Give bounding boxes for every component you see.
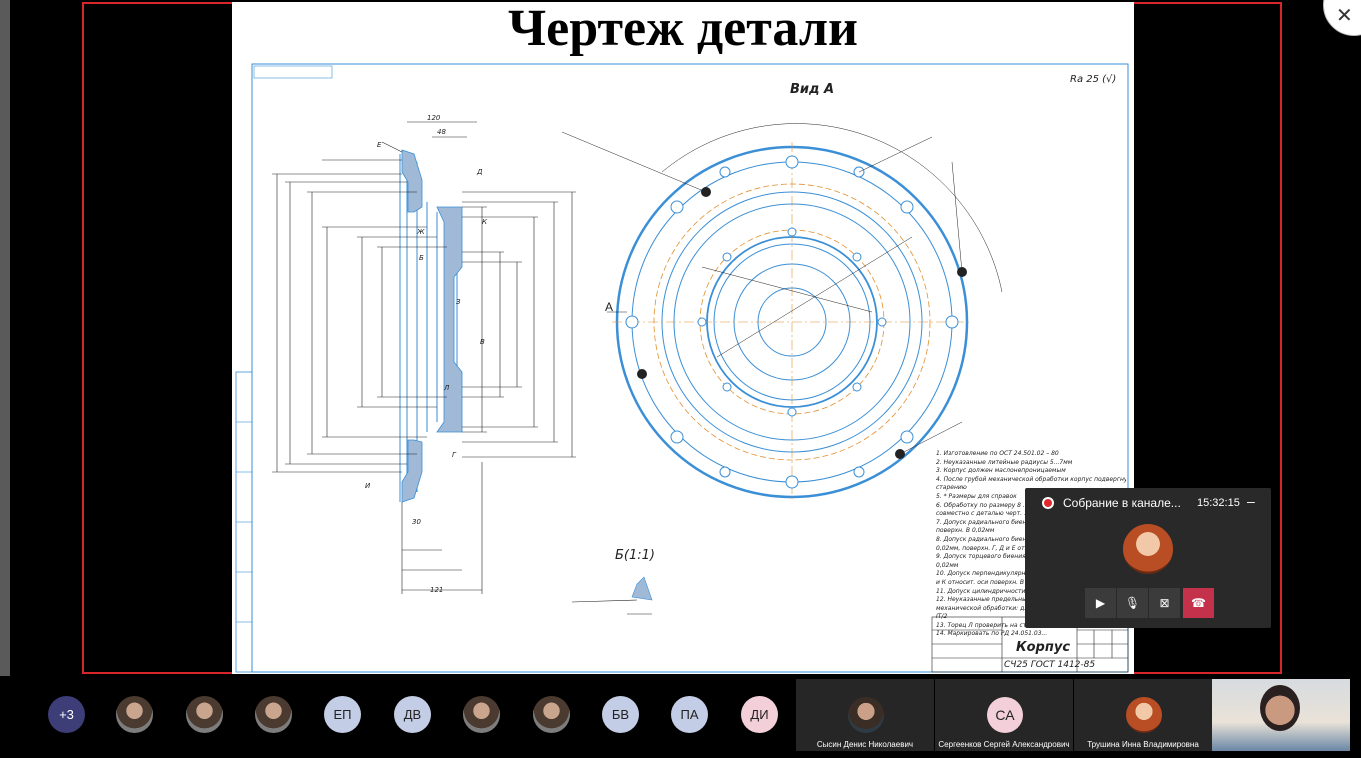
call-controls: ▶ 🎙 ⊠ ☎: [1085, 588, 1215, 618]
share-screen-icon: ⊠: [1159, 596, 1170, 610]
participant-name: Трушина Инна Владимировна: [1087, 740, 1199, 749]
note-line: 1. Изготовление по ОСТ 24.501.02 – 80: [936, 450, 1059, 457]
note-line: 3. Корпус должен маслонепроницаемым: [936, 467, 1066, 475]
svg-text:30: 30: [412, 518, 421, 526]
participant-avatar: [1126, 697, 1162, 733]
participant-avatar[interactable]: [186, 696, 223, 733]
participant-avatar: [848, 697, 884, 733]
camera-icon: ▶: [1095, 596, 1106, 610]
meeting-title: Собрание в канале...: [1063, 496, 1181, 510]
svg-text:З: З: [456, 298, 461, 306]
minimize-button[interactable]: –: [1247, 493, 1255, 509]
svg-text:В: В: [480, 338, 485, 346]
svg-text:Г: Г: [452, 451, 457, 459]
svg-text:48: 48: [437, 128, 446, 136]
svg-text:121: 121: [430, 586, 443, 594]
hangup-icon: ☎: [1191, 596, 1206, 610]
participant-initials[interactable]: ДИ: [741, 696, 778, 733]
stamp-material: СЧ25 ГОСТ 1412-85: [1004, 660, 1096, 670]
participant-initials[interactable]: ПА: [671, 696, 708, 733]
presenter-avatar: [1123, 524, 1173, 574]
participant-avatar[interactable]: [255, 696, 292, 733]
participant-name: Сысин Денис Николаевич: [816, 740, 914, 749]
svg-text:И: И: [365, 482, 371, 490]
note-line: 2. Неуказанные литейные радиусы 5...7мм: [936, 458, 1073, 466]
participant-tile[interactable]: СА Сергеенков Сергей Александрович: [935, 679, 1073, 751]
participant-strip: +3 ЕП ДВ БВ ПА ДИ Сысин Денис Николаевич…: [0, 676, 1361, 758]
participant-initials: СА: [987, 697, 1023, 733]
svg-text:Б: Б: [419, 254, 424, 262]
svg-text:Л: Л: [443, 384, 450, 392]
self-video-face: [1260, 685, 1300, 731]
hangup-button[interactable]: ☎: [1183, 588, 1214, 618]
view-a-label: Вид А: [790, 82, 835, 97]
stamp-part-name: Корпус: [1016, 640, 1071, 655]
microphone-icon: 🎙: [1124, 596, 1141, 610]
self-video-preview[interactable]: [1212, 679, 1350, 751]
participant-avatar[interactable]: [533, 696, 570, 733]
recording-icon: [1042, 497, 1054, 509]
participant-avatar[interactable]: [116, 696, 153, 733]
participant-initials[interactable]: БВ: [602, 696, 639, 733]
mic-button[interactable]: 🎙: [1117, 588, 1148, 618]
corner-close-button[interactable]: ✕: [1323, 0, 1361, 36]
close-icon: ✕: [1336, 5, 1353, 27]
svg-text:120: 120: [427, 114, 441, 122]
svg-text:Д: Д: [476, 168, 483, 176]
roughness-mark: Ra 25 (√): [1070, 74, 1117, 85]
svg-text:К: К: [482, 218, 488, 226]
svg-text:Е: Е: [377, 141, 382, 149]
camera-button[interactable]: ▶: [1085, 588, 1116, 618]
participant-initials[interactable]: ЕП: [324, 696, 361, 733]
view-arrow-label: А: [605, 300, 614, 314]
note-line: 14. Маркировать по РД 24.051.03...: [936, 630, 1048, 638]
participant-avatar[interactable]: [463, 696, 500, 733]
shared-slide: Чертеж детали Е Ж Б Д К З В Л Г И 120 48…: [232, 2, 1134, 674]
meeting-timer: 15:32:15: [1197, 497, 1240, 509]
note-line: 4. После грубой механической обработки к…: [936, 475, 1126, 483]
participant-name: Сергеенков Сергей Александрович: [938, 740, 1070, 749]
left-window-edge: [0, 0, 10, 758]
svg-text:Ж: Ж: [416, 228, 425, 236]
meeting-mini-window[interactable]: Собрание в канале... 15:32:15 – ▶ 🎙 ⊠ ☎: [1025, 488, 1271, 628]
participant-initials[interactable]: ДВ: [394, 696, 431, 733]
section-b-label: Б(1:1): [615, 548, 655, 563]
share-button[interactable]: ⊠: [1149, 588, 1180, 618]
participant-tile[interactable]: Трушина Инна Владимировна: [1074, 679, 1212, 751]
participant-tile[interactable]: Сысин Денис Николаевич: [796, 679, 934, 751]
more-participants-button[interactable]: +3: [48, 696, 85, 733]
